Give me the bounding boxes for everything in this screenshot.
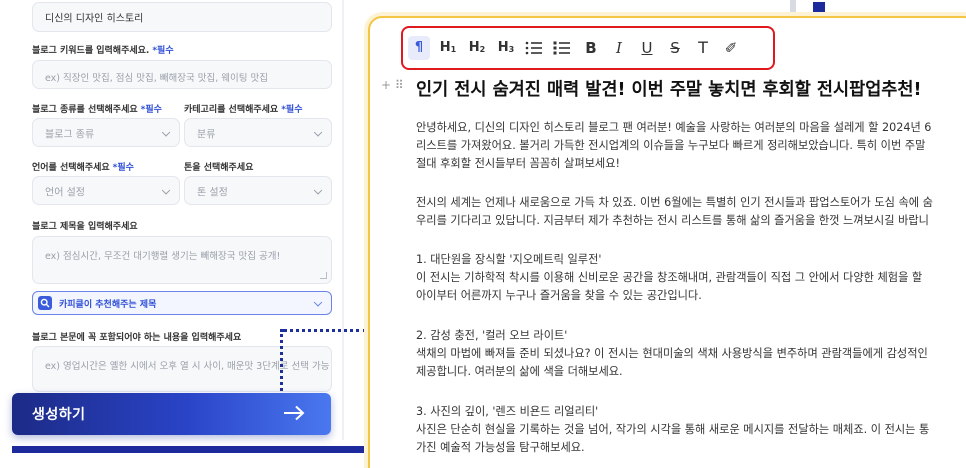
panel-divider (342, 0, 344, 440)
language-required-badge: *필수 (112, 163, 134, 173)
bold-button[interactable]: B (580, 36, 602, 60)
heading3-level: 3 (508, 45, 515, 54)
heading2-letter: H (468, 40, 480, 55)
title-textarea[interactable]: ex) 점심시간, 무조건 대기행렬 생기는 빼해장국 맛집 공개! (32, 236, 332, 284)
language-value: 언어 설정 (45, 187, 85, 198)
paragraph-line[interactable]: 제공합니다. 여러분의 삶에 색을 더해보세요. (416, 363, 623, 381)
title-placeholder: ex) 점심시간, 무조건 대기행렬 생기는 빼해장국 맛집 공개! (45, 251, 281, 262)
keyword-required-badge: *필수 (152, 46, 174, 56)
blog-type-select[interactable]: 블로그 종류 (32, 118, 180, 147)
content-label: 블로그 본문에 꼭 포함되어야 하는 내용을 입력해주세요 (32, 333, 242, 343)
suggest-title-button[interactable]: 카피클이 추천해주는 제목 (32, 291, 332, 315)
paragraph-line[interactable]: 가진 예술적 가능성을 탐구해보세요. (416, 439, 585, 457)
blog-type-value: 블로그 종류 (45, 129, 95, 140)
heading1-letter: H (439, 40, 451, 55)
connector-dots-horizontal (283, 329, 367, 332)
document-title[interactable]: 인기 전시 숨겨진 매력 발견! 이번 주말 놓치면 후회할 전시팝업추천! (416, 76, 922, 101)
paragraph-line[interactable]: 전시의 세계는 언제나 새로움으로 가득 차 있죠. 이번 6월에는 특별히 인… (416, 194, 933, 212)
blog-type-required-badge: *필수 (140, 105, 162, 115)
bottom-accent-bar (12, 446, 372, 453)
background-accent (813, 2, 825, 16)
language-select[interactable]: 언어 설정 (32, 176, 180, 205)
chevron-down-icon (313, 298, 323, 307)
paragraph-line[interactable]: 아이부터 어른까지 누구나 즐거움을 찾을 수 있는 공간입니다. (416, 287, 702, 305)
heading3-letter: H (497, 40, 509, 55)
language-label: 언어를 선택해주세요 *필수 (32, 163, 134, 173)
paragraph-line[interactable]: 색채의 마법에 빠져들 준비 되셨나요? 이 전시는 현대미술의 색채 사용방식… (416, 345, 928, 363)
tone-value: 톤 설정 (197, 187, 228, 198)
paragraph-line[interactable]: 이 전시는 기하학적 착시를 이용해 신비로운 공간을 창조해내며, 관람객들이… (416, 269, 922, 287)
generate-button[interactable]: 생성하기 (12, 393, 331, 435)
chevron-down-icon (313, 127, 323, 137)
drag-handle-icon[interactable]: + ⠿ (381, 78, 404, 92)
clear-format-icon[interactable]: ✐ (720, 36, 742, 60)
resize-handle-icon[interactable] (320, 272, 327, 279)
chevron-down-icon (313, 185, 323, 195)
italic-button[interactable]: I (608, 36, 630, 60)
category-label: 카테고리를 선택해주세요 *필수 (184, 105, 303, 115)
underline-button[interactable]: U (636, 36, 658, 60)
title-label: 블로그 제목을 입력해주세요 (32, 222, 138, 232)
tone-label: 톤을 선택해주세요 (184, 163, 254, 173)
ordered-list-icon[interactable] (551, 36, 573, 60)
connector-dots-vertical (280, 329, 283, 391)
generate-button-label: 생성하기 (32, 407, 86, 423)
search-icon (38, 296, 52, 310)
heading2-level: 2 (479, 45, 486, 54)
content-placeholder: ex) 영업시간은 옐한 시에서 오후 열 시 사이, 매운맛 3단계로 선택 … (45, 361, 330, 372)
paragraph-line[interactable]: 리스트를 가져왔어요. 볼거리 가득한 전시업계의 이슈들을 누구보다 빠르게 … (416, 137, 925, 155)
blog-settings-panel: 디신의 디자인 히스토리 블로그 키워드를 입력해주세요. *필수 ex) 직장인… (0, 0, 342, 468)
suggest-title-label: 카피클이 추천해주는 제목 (59, 300, 157, 310)
bullet-list-icon[interactable] (523, 36, 545, 60)
keyword-label: 블로그 키워드를 입력해주세요. *필수 (32, 46, 174, 56)
category-required-badge: *필수 (281, 105, 303, 115)
formatting-toolbar: ¶ H1 H2 H3 B I U S T ✐ (401, 26, 775, 70)
paragraph-line[interactable]: 안녕하세요, 디신의 디자인 히스토리 블로그 팬 여러분! 예술을 사랑하는 … (416, 119, 931, 137)
chevron-down-icon (161, 127, 171, 137)
keyword-input[interactable]: ex) 직장인 맛집, 점심 맛집, 빼해장국 맛집, 웨이팅 맛집 (32, 60, 332, 89)
category-value: 분류 (197, 129, 216, 140)
section-heading[interactable]: 3. 사진의 깊이, '렌즈 비욘드 리얼리티' (416, 403, 598, 421)
category-select[interactable]: 분류 (184, 118, 332, 147)
paragraph-line[interactable]: 사진은 단순히 현실을 기록하는 것을 넘어, 작가의 시각을 통해 새로운 메… (416, 421, 929, 439)
heading1-level: 1 (450, 45, 457, 54)
heading1-button[interactable]: H1 (437, 36, 459, 60)
arrow-right-icon (283, 405, 305, 425)
paragraph-icon[interactable]: ¶ (408, 36, 430, 60)
paragraph-line[interactable]: 우리를 기다리고 있답니다. 지금부터 제가 추천하는 전시 리스트를 통해 삶… (416, 212, 929, 230)
keyword-placeholder: ex) 직장인 맛집, 점심 맛집, 빼해장국 맛집, 웨이팅 맛집 (45, 73, 269, 84)
blog-type-label: 블로그 종류를 선택해주세요 *필수 (32, 105, 162, 115)
heading2-button[interactable]: H2 (466, 36, 488, 60)
paragraph-line[interactable]: 절대 후회할 전시들부터 꼼꼼히 살펴보세요! (416, 155, 620, 173)
section-heading[interactable]: 2. 감성 충전, '컬러 오브 라이트' (416, 327, 567, 345)
text-style-button[interactable]: T (692, 36, 714, 60)
brand-value: 디신의 디자인 히스토리 (45, 13, 144, 25)
brand-field[interactable]: 디신의 디자인 히스토리 (32, 2, 332, 32)
chevron-down-icon (161, 185, 171, 195)
section-heading[interactable]: 1. 대단원을 장식할 '지오메트릭 일루전' (416, 251, 601, 269)
heading3-button[interactable]: H3 (495, 36, 517, 60)
content-textarea[interactable]: ex) 영업시간은 옐한 시에서 오후 열 시 사이, 매운맛 3단계로 선택 … (32, 346, 332, 392)
tone-select[interactable]: 톤 설정 (184, 176, 332, 205)
strikethrough-button[interactable]: S (664, 36, 686, 60)
